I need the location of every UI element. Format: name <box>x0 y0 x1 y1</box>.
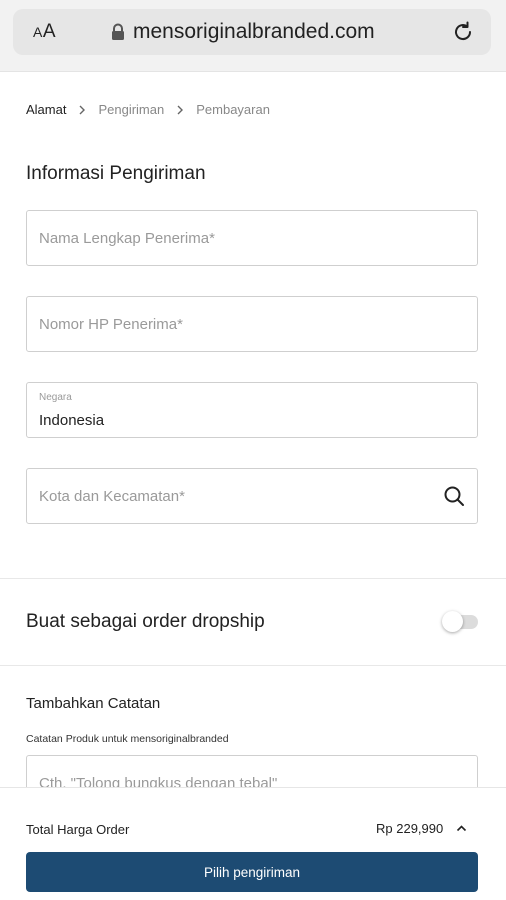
notes-subtitle: Catatan Produk untuk mensoriginalbranded <box>26 733 229 745</box>
country-value: Indonesia <box>39 412 105 429</box>
text-size-button[interactable]: AA <box>33 21 56 43</box>
breadcrumb-pengiriman[interactable]: Pengiriman <box>98 102 164 117</box>
city-district-placeholder: Kota dan Kecamatan* <box>39 488 185 505</box>
breadcrumb-pembayaran[interactable]: Pembayaran <box>196 102 270 117</box>
chevron-right-icon <box>79 105 86 114</box>
dropship-label: Buat sebagai order dropship <box>26 611 265 632</box>
divider <box>0 665 506 666</box>
order-summary-bar: Total Harga Order Rp 229,990 Pilih pengi… <box>0 787 506 900</box>
recipient-phone-placeholder: Nomor HP Penerima* <box>39 316 183 333</box>
chevron-up-icon[interactable] <box>456 824 467 832</box>
divider <box>0 578 506 579</box>
chevron-right-icon <box>177 105 184 114</box>
section-title: Informasi Pengiriman <box>26 163 206 184</box>
lock-icon <box>112 23 124 40</box>
dropship-toggle[interactable] <box>442 611 478 632</box>
recipient-phone-field[interactable]: Nomor HP Penerima* <box>26 296 478 352</box>
city-district-field[interactable]: Kota dan Kecamatan* <box>26 468 478 524</box>
recipient-name-field[interactable]: Nama Lengkap Penerima* <box>26 210 478 266</box>
total-value[interactable]: Rp 229,990 <box>376 821 443 836</box>
notes-title: Tambahkan Catatan <box>26 695 161 712</box>
reload-icon[interactable] <box>451 20 475 44</box>
url-field[interactable]: AA mensoriginalbranded.com <box>13 9 491 55</box>
breadcrumb-alamat[interactable]: Alamat <box>26 102 66 117</box>
search-icon[interactable] <box>443 485 465 507</box>
recipient-name-placeholder: Nama Lengkap Penerima* <box>39 230 215 247</box>
url-text: mensoriginalbranded.com <box>133 20 375 43</box>
choose-shipping-button[interactable]: Pilih pengiriman <box>26 852 478 892</box>
browser-address-bar: AA mensoriginalbranded.com <box>0 0 506 72</box>
toggle-knob <box>442 611 463 632</box>
country-label: Negara <box>39 392 72 403</box>
total-label: Total Harga Order <box>26 822 130 837</box>
breadcrumb: Alamat Pengiriman Pembayaran <box>26 102 270 117</box>
country-field[interactable]: Negara Indonesia <box>26 382 478 438</box>
